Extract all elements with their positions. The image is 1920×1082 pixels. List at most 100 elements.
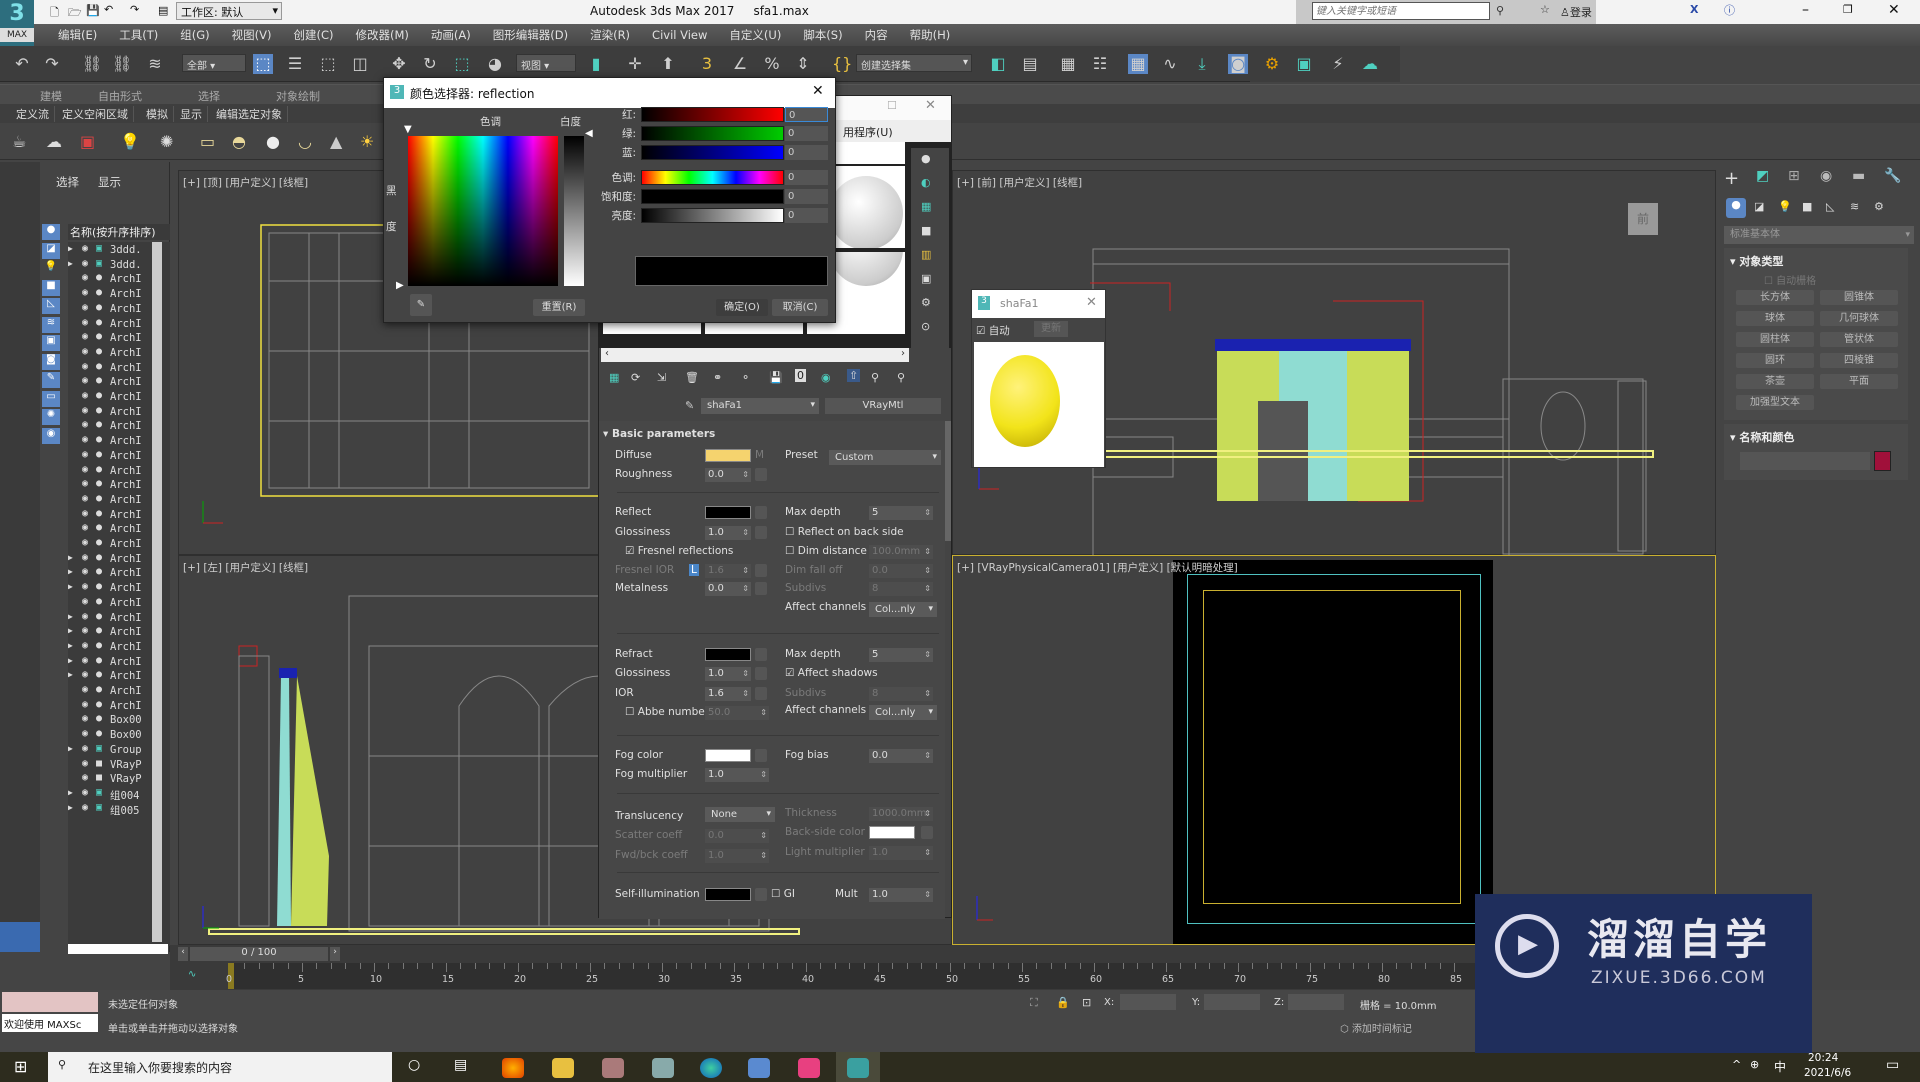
edge-icon[interactable] (700, 1058, 722, 1078)
visibility-eye-icon[interactable]: ◉ (82, 596, 88, 607)
select-by-name-icon[interactable]: ☰ (285, 54, 305, 74)
star-icon[interactable]: ☆ (1540, 3, 1550, 16)
keyboard-shortcut-icon[interactable]: ⬆ (658, 54, 678, 74)
fresnel-ior-map-button[interactable] (755, 564, 767, 577)
prev-frame-button[interactable]: ‹ (178, 947, 188, 961)
roughness-map-button[interactable] (755, 468, 767, 481)
visibility-eye-icon[interactable]: ◉ (82, 346, 88, 357)
autogrid-checkbox[interactable]: ☐ 自动栅格 (1764, 272, 1816, 287)
visibility-eye-icon[interactable]: ◉ (82, 713, 88, 724)
visibility-eye-icon[interactable]: ◉ (82, 743, 88, 754)
expand-arrow-icon[interactable]: ▶ (68, 788, 73, 797)
params-scrollbar[interactable] (945, 421, 951, 541)
windows-start-icon[interactable]: ⊞ (14, 1057, 27, 1076)
refr-affect-dropdown[interactable]: Col...nly (869, 705, 937, 720)
layer-explorer-icon[interactable]: ☷ (1090, 54, 1110, 74)
new-file-icon[interactable]: 🗋 (50, 4, 59, 23)
hue-pointer-icon[interactable]: ▼ (404, 124, 412, 135)
visibility-eye-icon[interactable]: ◉ (82, 493, 88, 504)
metalness-map-button[interactable] (755, 582, 767, 595)
filter-9-icon[interactable]: ▭ (42, 390, 60, 407)
maxscript-input[interactable]: 欢迎使用 MAXSc (2, 1014, 98, 1032)
filter-5-icon[interactable]: ≋ (42, 316, 60, 333)
object-type-header[interactable]: ▾ 对象类型 (1730, 253, 1783, 269)
maximize-button[interactable]: ☐ (887, 99, 897, 112)
menu-item[interactable]: 组(G) (180, 27, 209, 43)
refr-subdivs-spinner[interactable]: 8 (869, 687, 933, 701)
reset-button[interactable]: 重置(R) (533, 299, 585, 316)
visibility-eye-icon[interactable]: ◉ (82, 655, 88, 666)
filter-10-icon[interactable]: ✺ (42, 409, 60, 425)
ribbon-subtab[interactable]: 编辑选定对象 (216, 106, 288, 122)
visibility-eye-icon[interactable]: ◉ (82, 537, 88, 548)
visibility-eye-icon[interactable]: ◉ (82, 522, 88, 533)
preset-dropdown[interactable]: Custom (829, 450, 941, 465)
visibility-eye-icon[interactable]: ◉ (82, 464, 88, 475)
refract-map-button[interactable] (755, 648, 767, 661)
close-button[interactable]: ✕ (812, 83, 824, 99)
geometry-icon[interactable]: ● (1726, 198, 1746, 218)
rotate-icon[interactable]: ↻ (420, 54, 440, 74)
fresnel-ior-lock-button[interactable]: L (689, 564, 699, 576)
visibility-eye-icon[interactable]: ◉ (82, 419, 88, 430)
add-time-tag-button[interactable]: ⬡ 添加时间标记 (1340, 1020, 1412, 1035)
image-icon[interactable]: ▣ (80, 132, 95, 151)
app-logo[interactable]: 3 MAX (0, 0, 34, 46)
redo-icon[interactable]: ↷ (42, 54, 62, 74)
ribbon-tab[interactable]: 建模 (40, 88, 62, 104)
saturation-spinner[interactable]: 0 (785, 189, 828, 204)
expand-arrow-icon[interactable]: ▶ (68, 582, 73, 591)
make-copy-icon[interactable]: ⚭ (713, 371, 722, 384)
object-name-input[interactable] (1740, 452, 1870, 470)
filter-7-icon[interactable]: ◙ (42, 353, 60, 370)
make-unique-icon[interactable]: ⚬ (741, 371, 750, 384)
undo-icon[interactable]: ↶ (104, 3, 113, 16)
curve-editor-icon[interactable]: ∿ (1160, 54, 1180, 74)
link-icon[interactable]: ⛓ (82, 54, 102, 74)
show-map-icon[interactable]: ◉ (821, 371, 831, 384)
ime-indicator[interactable]: 中 (1774, 1058, 1786, 1075)
mirror-icon[interactable]: ◧ (988, 54, 1008, 74)
refract-color-swatch[interactable] (705, 648, 751, 661)
create-8-button[interactable]: 茶壶 (1736, 374, 1814, 389)
visibility-eye-icon[interactable]: ◉ (82, 272, 88, 283)
create-5-button[interactable]: 管状体 (1820, 332, 1898, 347)
viewport-camera[interactable]: [+] [VRayPhysicalCamera01] [用户定义] [默认明暗处… (952, 555, 1716, 945)
slots-hscrollbar[interactable]: ‹ › (601, 348, 909, 362)
fog-color-color-swatch[interactable] (705, 749, 751, 762)
bind-spacewarp-icon[interactable]: ≋ (145, 54, 165, 74)
lights-icon[interactable]: 💡 (1778, 200, 1792, 213)
tray-expand-icon[interactable]: ^ (1732, 1058, 1741, 1071)
material-id-icon[interactable]: 0 (795, 369, 806, 382)
expand-arrow-icon[interactable]: ▶ (68, 641, 73, 650)
render-production-icon[interactable]: ⚡ (1328, 54, 1348, 74)
filter-6-icon[interactable]: ▣ (42, 335, 60, 351)
menu-item[interactable]: 渲染(R) (590, 27, 630, 43)
select-object-icon[interactable]: ⬚ (253, 54, 273, 74)
rect-selection-icon[interactable]: ⬚ (318, 54, 338, 74)
menu-item[interactable]: 修改器(M) (356, 27, 409, 43)
expand-arrow-icon[interactable]: ▶ (68, 612, 73, 621)
abbe-number-spinner[interactable]: 50.0 (705, 706, 769, 720)
fresnel-ior-spinner[interactable]: 1.6 (705, 564, 751, 578)
eyedropper-button[interactable]: ✎ (410, 294, 432, 316)
visibility-eye-icon[interactable]: ◉ (82, 361, 88, 372)
teapot-icon[interactable]: ☕ (12, 132, 26, 151)
rendered-frame-icon[interactable]: ▣ (1294, 54, 1314, 74)
ior-map-button[interactable] (755, 687, 767, 700)
roughness-spinner[interactable]: 0.0 (705, 468, 751, 482)
light-icon[interactable]: 💡 (120, 132, 140, 151)
video-color-icon[interactable]: ▥ (921, 248, 931, 261)
visibility-eye-icon[interactable]: ◉ (82, 317, 88, 328)
motion-tab-icon[interactable]: ◉ (1820, 168, 1832, 184)
visibility-eye-icon[interactable]: ◉ (82, 640, 88, 651)
visibility-eye-icon[interactable]: ◉ (82, 758, 88, 769)
visibility-eye-icon[interactable]: ◉ (82, 331, 88, 342)
expand-arrow-icon[interactable]: ▶ (68, 553, 73, 562)
reflect-color-swatch[interactable] (705, 506, 751, 519)
visibility-eye-icon[interactable]: ◉ (82, 787, 88, 798)
notification-icon[interactable]: ▭ (1886, 1057, 1899, 1073)
create-10-button[interactable]: 加强型文本 (1736, 395, 1814, 410)
dim-distance-checkbox[interactable]: ☐ Dim distance (785, 545, 867, 557)
visibility-eye-icon[interactable]: ◉ (82, 625, 88, 636)
